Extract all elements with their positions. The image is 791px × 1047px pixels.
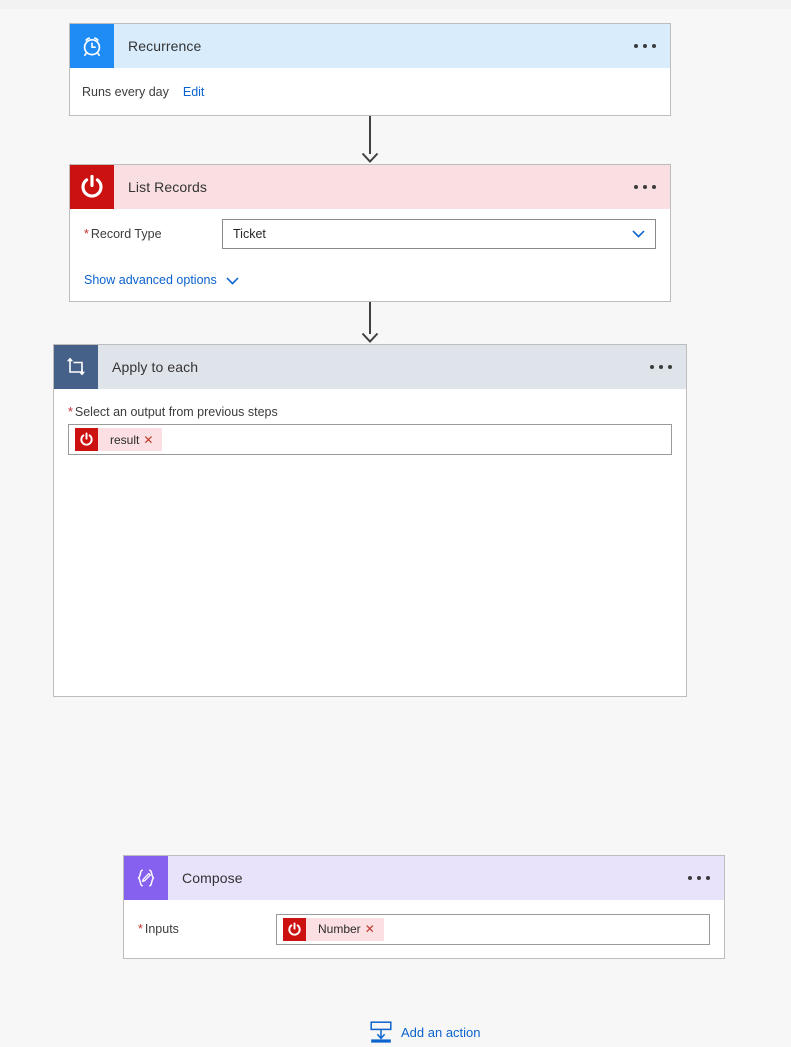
menu-dot (697, 876, 701, 880)
apply-to-each-card-title: Apply to each (112, 359, 199, 375)
chevron-down-icon (632, 230, 645, 238)
power-icon (283, 917, 306, 941)
compose-overflow-menu-button[interactable] (688, 876, 710, 880)
step-card-list-records[interactable]: List Records * Record Type Ticket Show a… (69, 164, 671, 302)
apply-to-each-card-body: * Select an output from previous steps re… (54, 389, 725, 1043)
recurrence-card-title: Recurrence (128, 38, 202, 54)
select-output-label-text: Select an output from previous steps (74, 405, 278, 419)
required-asterisk: * (84, 227, 89, 241)
menu-dot (688, 876, 692, 880)
chevron-down-icon (226, 273, 239, 288)
menu-dot (650, 365, 654, 369)
record-type-label: * Record Type (84, 227, 222, 241)
record-type-field-row: * Record Type Ticket (70, 209, 670, 259)
record-type-select[interactable]: Ticket (222, 219, 656, 249)
menu-dot (643, 44, 647, 48)
token-remove-icon[interactable]: ✕ (143, 434, 162, 446)
recurrence-summary-row: Runs every day Edit (70, 68, 670, 115)
show-advanced-options-link[interactable]: Show advanced options (84, 273, 217, 287)
flow-designer-canvas: Recurrence Runs every day Edit List Reco… (0, 9, 791, 1043)
step-card-recurrence[interactable]: Recurrence Runs every day Edit (69, 23, 671, 116)
select-output-label: * Select an output from previous steps (54, 389, 686, 424)
menu-dot (706, 876, 710, 880)
recurrence-overflow-menu-button[interactable] (634, 44, 656, 48)
step-card-compose[interactable]: Compose * Inputs Number ✕ (123, 855, 725, 959)
recurrence-card-header[interactable]: Recurrence (70, 24, 670, 68)
connector-arrow-recurrence-to-list-records (358, 116, 382, 164)
apply-to-each-card-header[interactable]: Apply to each (54, 345, 686, 389)
menu-dot (634, 185, 638, 189)
alarm-clock-icon (70, 24, 114, 68)
compose-inputs-label: * Inputs (138, 922, 276, 936)
power-icon (75, 428, 98, 451)
token-remove-icon[interactable]: ✕ (365, 923, 384, 935)
list-records-card-header[interactable]: List Records (70, 165, 670, 209)
show-advanced-options-row[interactable]: Show advanced options (70, 263, 670, 297)
list-records-card-body: * Record Type Ticket Show advanced option… (70, 209, 670, 297)
power-icon (70, 165, 114, 209)
add-an-action-label: Add an action (401, 1024, 481, 1040)
compose-inputs-label-text: Inputs (144, 922, 179, 936)
insert-below-icon (370, 1020, 392, 1044)
record-type-selected-value: Ticket (233, 227, 266, 241)
list-records-card-title: List Records (128, 179, 208, 195)
token-label: Number (318, 922, 361, 936)
menu-dot (659, 365, 663, 369)
compose-card-header[interactable]: Compose (124, 856, 724, 900)
recurrence-card-body: Runs every day Edit (70, 68, 670, 115)
compose-card-body: * Inputs Number ✕ (124, 900, 724, 958)
required-asterisk: * (68, 405, 73, 419)
recurrence-edit-link[interactable]: Edit (183, 85, 205, 99)
compose-inputs-field[interactable]: Number ✕ (276, 913, 710, 945)
window-top-strip (0, 0, 791, 9)
foreach-loop-icon (54, 345, 98, 389)
token-chip-result[interactable]: result ✕ (75, 428, 163, 451)
required-asterisk: * (138, 922, 143, 936)
recurrence-summary-text: Runs every day (82, 84, 169, 99)
record-type-label-text: Record Type (90, 227, 162, 241)
token-label: result (110, 432, 140, 447)
list-records-overflow-menu-button[interactable] (634, 185, 656, 189)
menu-dot (652, 44, 656, 48)
menu-dot (668, 365, 672, 369)
apply-to-each-overflow-menu-button[interactable] (650, 365, 672, 369)
select-output-input[interactable]: result ✕ (68, 424, 672, 455)
compose-inputs-row: * Inputs Number ✕ (124, 900, 724, 958)
step-card-apply-to-each[interactable]: Apply to each * Select an output from pre… (53, 344, 725, 1043)
compose-braces-pencil-icon (124, 856, 168, 900)
menu-dot (643, 185, 647, 189)
compose-card-title: Compose (182, 870, 243, 886)
menu-dot (652, 185, 656, 189)
token-chip-number[interactable]: Number ✕ (283, 917, 384, 941)
add-an-action-button[interactable]: Add an action (370, 1020, 481, 1044)
menu-dot (634, 44, 638, 48)
connector-arrow-list-records-to-apply-to-each (358, 302, 382, 344)
